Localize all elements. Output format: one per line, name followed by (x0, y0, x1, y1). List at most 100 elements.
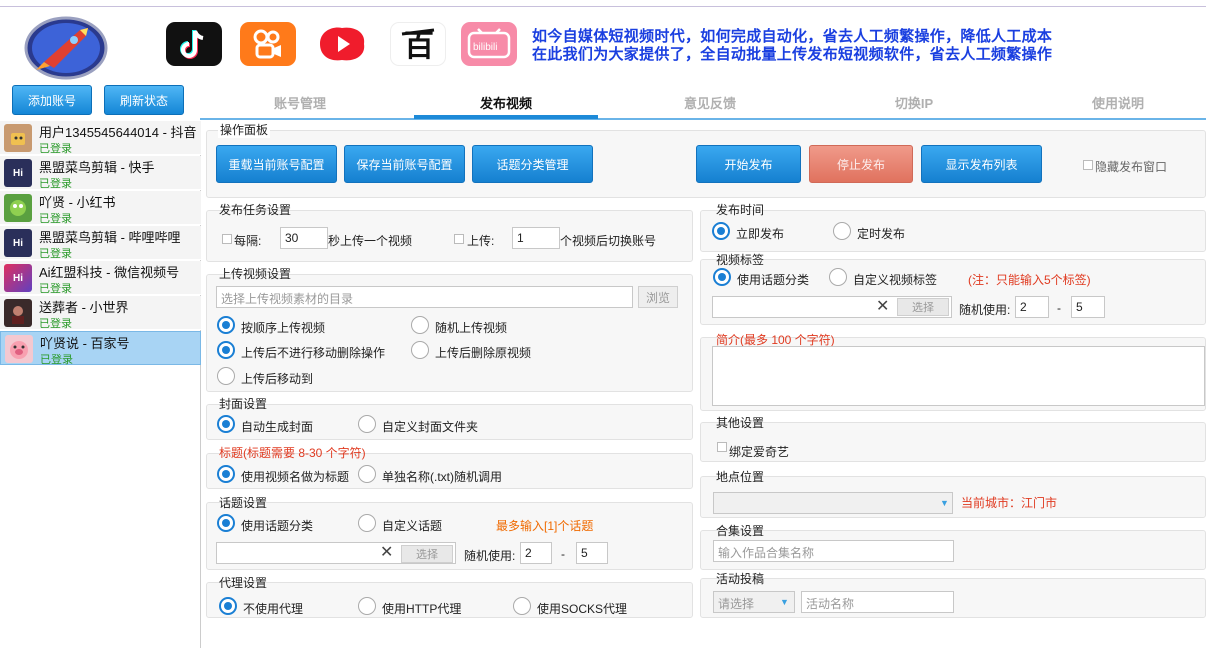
account-item-kuaishou[interactable]: Hi 黑盟菜鸟剪辑 - 快手 已登录 (0, 156, 201, 190)
tag-category-label: 使用话题分类 (737, 273, 810, 287)
delete-after-radio[interactable] (411, 341, 429, 359)
account-status: 已登录 (40, 354, 73, 366)
operation-panel-title: 操作面板 (218, 121, 271, 138)
account-list[interactable]: 用户1345545644014 - 抖音 已登录 Hi 黑盟菜鸟剪辑 - 快手 … (0, 121, 201, 648)
upload-count-input[interactable]: 1 (512, 227, 560, 249)
tag-random-min-input[interactable]: 2 (1015, 296, 1049, 318)
use-filename-title-radio[interactable] (217, 465, 235, 483)
video-dir-input[interactable]: 选择上传视频素材的目录 (216, 286, 633, 308)
chevron-down-icon: ▼ (780, 597, 789, 607)
avatar: Hi (4, 159, 32, 187)
tag-category-radio[interactable] (713, 268, 731, 286)
interval-input[interactable]: 30 (280, 227, 328, 249)
custom-tag-radio[interactable] (829, 268, 847, 286)
upload-count-checkbox[interactable] (454, 234, 464, 244)
upload-settings-title: 上传视频设置 (219, 267, 292, 281)
account-item-wechat-channels[interactable]: Hi Ai红盟科技 - 微信视频号 已登录 (0, 261, 201, 295)
range-dash: - (1057, 301, 1061, 315)
slogan-line-2: 在此我们为大家提供了，全自动批量上传发布短视频软件，省去人工频繁操作 (532, 46, 1053, 63)
account-name: 吖贤说 - 百家号 (40, 336, 130, 351)
http-proxy-radio[interactable] (358, 597, 376, 615)
intro-textarea[interactable] (712, 346, 1205, 406)
topic-select-button[interactable]: 选择 (401, 545, 453, 563)
every-label: 每隔: (234, 234, 262, 248)
avatar (5, 335, 33, 363)
task-settings-title: 发布任务设置 (219, 203, 292, 217)
account-item-xiaohongshu[interactable]: 吖贤 - 小红书 已登录 (0, 191, 201, 225)
avatar: Hi (4, 264, 32, 292)
tab-publish-video[interactable]: 发布视频 (414, 88, 598, 116)
tag-select-button[interactable]: 选择 (897, 298, 949, 316)
custom-topic-label: 自定义话题 (382, 519, 443, 533)
account-item-small-world[interactable]: 送葬者 - 小世界 已登录 (0, 296, 201, 330)
move-after-radio[interactable] (217, 367, 235, 385)
count-unit-label: 个视频后切换账号 (560, 234, 657, 248)
refresh-status-button[interactable]: 刷新状态 (104, 85, 184, 115)
move-after-label: 上传后移动到 (241, 372, 314, 386)
hide-window-label: 隐藏发布窗口 (1095, 160, 1168, 174)
avatar (4, 194, 32, 222)
tab-instructions[interactable]: 使用说明 (1018, 88, 1206, 116)
location-dropdown[interactable] (713, 492, 953, 514)
account-item-douyin[interactable]: 用户1345545644014 - 抖音 已登录 (0, 121, 201, 155)
topic-random-max-input[interactable]: 5 (576, 542, 608, 564)
auto-cover-radio[interactable] (217, 415, 235, 433)
txt-title-radio[interactable] (358, 465, 376, 483)
tab-account-management[interactable]: 账号管理 (200, 88, 400, 116)
activity-name-input[interactable]: 活动名称 (801, 591, 954, 613)
location-title: 地点位置 (716, 470, 765, 484)
bind-iqiyi-checkbox[interactable] (717, 442, 727, 452)
account-item-baijiahao[interactable]: 吖贤说 - 百家号 已登录 (0, 331, 201, 366)
topic-max-note: 最多输入[1]个话题 (496, 519, 594, 533)
scheduled-publish-radio[interactable] (833, 222, 851, 240)
active-tab-indicator (414, 115, 598, 119)
start-publish-button[interactable]: 开始发布 (696, 145, 801, 183)
browse-button[interactable]: 浏览 (638, 286, 678, 308)
http-proxy-label: 使用HTTP代理 (382, 602, 462, 616)
publish-now-radio[interactable] (712, 222, 730, 240)
account-item-bilibili[interactable]: Hi 黑盟菜鸟剪辑 - 哔哩哔哩 已登录 (0, 226, 201, 260)
socks-proxy-radio[interactable] (513, 597, 531, 615)
account-name: 吖贤 - 小红书 (39, 195, 116, 210)
avatar: Hi (4, 229, 32, 257)
sequential-upload-label: 按顺序上传视频 (241, 321, 326, 335)
interval-checkbox[interactable] (222, 234, 232, 244)
tag-random-max-input[interactable]: 5 (1071, 296, 1105, 318)
other-settings-title: 其他设置 (716, 416, 765, 430)
clear-icon[interactable]: ✕ (876, 299, 889, 315)
douyin-icon (166, 22, 222, 66)
txt-title-label: 单独名称(.txt)随机调用 (382, 470, 502, 484)
account-status: 已登录 (39, 178, 72, 190)
no-move-delete-radio[interactable] (217, 341, 235, 359)
range-dash: - (561, 547, 565, 561)
proxy-settings-title: 代理设置 (219, 576, 268, 590)
tab-switch-ip[interactable]: 切换IP (814, 88, 1014, 116)
account-name: 黑盟菜鸟剪辑 - 哔哩哔哩 (39, 230, 181, 245)
show-publish-list-button[interactable]: 显示发布列表 (921, 145, 1042, 183)
no-proxy-radio[interactable] (219, 597, 237, 615)
baidu-icon: 百 (390, 22, 446, 66)
sequential-upload-radio[interactable] (217, 316, 235, 334)
save-config-button[interactable]: 保存当前账号配置 (344, 145, 465, 183)
reload-config-button[interactable]: 重载当前账号配置 (216, 145, 337, 183)
kuaishou-icon (240, 22, 296, 66)
random-upload-radio[interactable] (411, 316, 429, 334)
custom-cover-radio[interactable] (358, 415, 376, 433)
topic-category-radio[interactable] (217, 514, 235, 532)
custom-topic-radio[interactable] (358, 514, 376, 532)
add-account-button[interactable]: 添加账号 (12, 85, 92, 115)
account-name: Ai红盟科技 - 微信视频号 (39, 265, 180, 280)
account-status: 已登录 (39, 143, 72, 155)
clear-icon[interactable]: ✕ (380, 545, 393, 561)
collection-input[interactable]: 输入作品合集名称 (713, 540, 954, 562)
topic-category-button[interactable]: 话题分类管理 (472, 145, 593, 183)
account-name: 送葬者 - 小世界 (39, 300, 129, 315)
topic-random-label: 随机使用: (464, 549, 516, 563)
hide-window-checkbox[interactable] (1083, 160, 1093, 170)
tab-underline (200, 118, 1206, 120)
custom-tag-label: 自定义视频标签 (853, 273, 938, 287)
topic-random-min-input[interactable]: 2 (520, 542, 552, 564)
title-settings-title: 标题(标题需要 8-30 个字符) (219, 446, 366, 460)
tab-feedback[interactable]: 意见反馈 (610, 88, 810, 116)
stop-publish-button[interactable]: 停止发布 (809, 145, 913, 183)
